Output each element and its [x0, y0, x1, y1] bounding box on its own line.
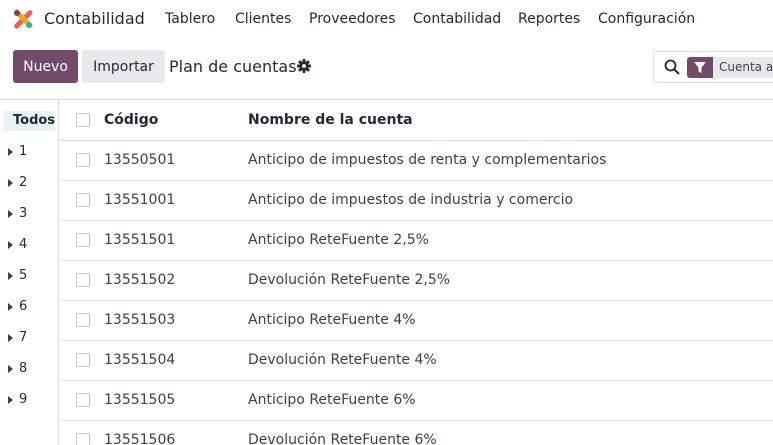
gear-icon[interactable] [297, 59, 311, 73]
table-row[interactable]: 13551001 Anticipo de impuestos de indust… [60, 181, 773, 221]
sidepanel-group-label: 6 [19, 299, 28, 314]
app-name[interactable]: Contabilidad [44, 9, 145, 28]
account-code: 13551506 [104, 432, 176, 445]
row-checkbox[interactable] [76, 353, 90, 367]
sidepanel-group-label: 9 [19, 392, 28, 407]
account-name: Anticipo ReteFuente 6% [248, 392, 416, 408]
new-button[interactable]: Nuevo [13, 50, 78, 83]
account-name: Anticipo de impuestos de industria y com… [248, 192, 574, 208]
sidepanel-group-label: 7 [19, 330, 28, 345]
sidepanel-item-all[interactable]: Todos [3, 111, 55, 131]
account-name: Anticipo de impuestos de renta y complem… [248, 152, 607, 168]
search-facet-label: Cuenta a [719, 60, 773, 74]
account-code: 13551503 [104, 312, 176, 328]
sidepanel-group-label: 5 [19, 268, 28, 283]
caret-right-icon [8, 210, 13, 218]
search-panel: Todos 1 2 3 4 5 6 7 8 9 [0, 100, 59, 445]
sidepanel-group-5[interactable]: 5 [6, 266, 54, 288]
account-code: 13550501 [104, 152, 176, 168]
sidepanel-group-8[interactable]: 8 [6, 359, 54, 381]
table-row[interactable]: 13551501 Anticipo ReteFuente 2,5% [60, 221, 773, 261]
search-box[interactable]: Cuenta a [653, 51, 773, 83]
account-code: 13551001 [104, 192, 176, 208]
table-row[interactable]: 13550501 Anticipo de impuestos de renta … [60, 141, 773, 181]
sidepanel-group-6[interactable]: 6 [6, 297, 54, 319]
table-row[interactable]: 13551503 Anticipo ReteFuente 4% [60, 301, 773, 341]
column-header-code[interactable]: Código [104, 112, 158, 128]
caret-right-icon [8, 334, 13, 342]
sidepanel-group-3[interactable]: 3 [6, 204, 54, 226]
sidepanel-group-label: 1 [19, 144, 28, 159]
sidepanel-group-9[interactable]: 9 [6, 390, 54, 412]
row-checkbox[interactable] [76, 193, 90, 207]
caret-right-icon [8, 148, 13, 156]
menu-clientes[interactable]: Clientes [235, 11, 291, 27]
row-checkbox[interactable] [76, 393, 90, 407]
row-checkbox[interactable] [76, 233, 90, 247]
account-code: 13551505 [104, 392, 176, 408]
caret-right-icon [8, 179, 13, 187]
search-icon[interactable] [664, 59, 680, 75]
sidepanel-group-2[interactable]: 2 [6, 173, 54, 195]
row-checkbox[interactable] [76, 153, 90, 167]
menu-reportes[interactable]: Reportes [518, 11, 580, 27]
sidepanel-group-1[interactable]: 1 [6, 142, 54, 164]
caret-right-icon [8, 272, 13, 280]
column-header-name[interactable]: Nombre de la cuenta [248, 112, 413, 128]
menu-proveedores[interactable]: Proveedores [309, 11, 396, 27]
account-name: Devolución ReteFuente 4% [248, 352, 437, 368]
table-row[interactable]: 13551506 Devolución ReteFuente 6% [60, 421, 773, 445]
sidepanel-group-label: 4 [19, 237, 28, 252]
caret-right-icon [8, 396, 13, 404]
caret-right-icon [8, 365, 13, 373]
page-title: Plan de cuentas [169, 57, 297, 76]
table-row[interactable]: 13551502 Devolución ReteFuente 2,5% [60, 261, 773, 301]
caret-right-icon [8, 241, 13, 249]
table-row[interactable]: 13551504 Devolución ReteFuente 4% [60, 341, 773, 381]
account-code: 13551504 [104, 352, 176, 368]
row-checkbox[interactable] [76, 313, 90, 327]
menu-configuracion[interactable]: Configuración [598, 11, 695, 27]
import-button[interactable]: Importar [82, 50, 165, 83]
table-row[interactable]: 13551505 Anticipo ReteFuente 6% [60, 381, 773, 421]
menu-tablero[interactable]: Tablero [165, 11, 215, 27]
sidepanel-group-label: 2 [19, 175, 28, 190]
top-navbar: Contabilidad Tablero Clientes Proveedore… [0, 0, 773, 38]
filter-icon [687, 57, 713, 78]
account-code: 13551501 [104, 232, 176, 248]
sidepanel-group-label: 8 [19, 361, 28, 376]
row-checkbox[interactable] [76, 433, 90, 445]
account-name: Devolución ReteFuente 2,5% [248, 272, 451, 288]
sidepanel-group-label: 3 [19, 206, 28, 221]
account-name: Anticipo ReteFuente 2,5% [248, 232, 429, 248]
row-checkbox[interactable] [76, 273, 90, 287]
select-all-checkbox[interactable] [76, 113, 90, 127]
list-header: Código Nombre de la cuenta [60, 100, 773, 141]
menu-contabilidad[interactable]: Contabilidad [413, 11, 501, 27]
sidepanel-group-7[interactable]: 7 [6, 328, 54, 350]
app-logo-icon[interactable] [12, 8, 34, 30]
account-name: Devolución ReteFuente 6% [248, 432, 437, 445]
account-code: 13551502 [104, 272, 176, 288]
sidepanel-group-4[interactable]: 4 [6, 235, 54, 257]
account-name: Anticipo ReteFuente 4% [248, 312, 416, 328]
caret-right-icon [8, 303, 13, 311]
search-facet[interactable]: Cuenta a [687, 57, 773, 78]
